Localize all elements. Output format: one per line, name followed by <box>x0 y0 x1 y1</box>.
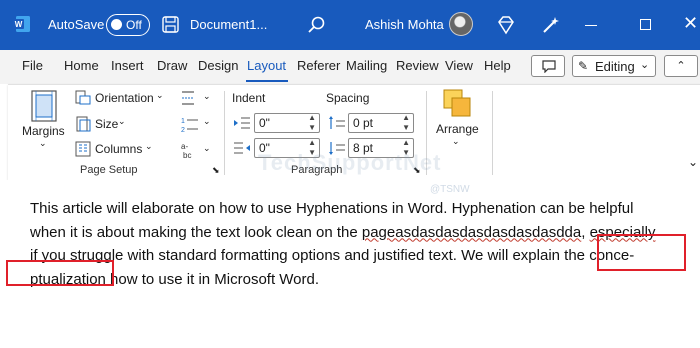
title-bar: W AutoSave Off Document1... Ashish Mohta… <box>0 0 700 50</box>
arrange-icon[interactable] <box>442 88 472 118</box>
editing-label: Editing <box>595 59 635 74</box>
comment-icon <box>542 60 556 73</box>
tab-view[interactable]: View <box>445 58 473 73</box>
spacing-label: Spacing <box>326 91 370 105</box>
dialog-launcher-icon[interactable]: ⬊ <box>212 165 220 176</box>
autosave-toggle[interactable]: Off <box>106 14 150 36</box>
text-run: , <box>581 223 590 241</box>
highlight-box <box>597 234 686 271</box>
close-icon[interactable]: ✕ <box>683 13 698 34</box>
watermark: TechSupportNet <box>258 150 442 175</box>
svg-text:W: W <box>15 20 23 29</box>
columns-icon <box>75 141 91 157</box>
search-icon[interactable] <box>306 14 328 36</box>
misspelled-word[interactable]: pageasdasdasdasdasdasdasdda <box>362 224 581 241</box>
spacing-before-value: 0 pt <box>353 116 374 130</box>
text-line: if you struggle with standard formatting… <box>30 244 680 268</box>
diamond-icon[interactable] <box>495 14 517 36</box>
toggle-knob <box>111 19 122 30</box>
chevron-up-icon: ⌃ <box>676 60 686 72</box>
text-run: when it is about making the text look cl… <box>30 223 362 241</box>
user-name[interactable]: Ashish Mohta <box>365 17 444 32</box>
chevron-down-icon[interactable]: ⌄ <box>145 141 153 152</box>
spinner-arrows-icon[interactable]: ▲ ▼ <box>402 113 410 133</box>
highlight-box <box>6 260 114 286</box>
magic-pen-icon[interactable] <box>540 14 562 36</box>
collapse-ribbon-button[interactable]: ⌃ <box>664 55 698 77</box>
svg-text:a-: a- <box>181 142 188 151</box>
tab-home[interactable]: Home <box>64 58 99 73</box>
tab-draw[interactable]: Draw <box>157 58 187 73</box>
text-line: This article will elaborate on how to us… <box>30 200 634 217</box>
word-icon: W <box>13 16 30 32</box>
autosave-label: AutoSave <box>48 17 105 32</box>
chevron-down-icon[interactable]: ⌄ <box>118 116 126 127</box>
chevron-down-icon[interactable]: ⌄ <box>39 138 47 149</box>
tab-review[interactable]: Review <box>396 58 439 73</box>
tab-references[interactable]: Referer <box>297 58 340 73</box>
group-separator <box>224 91 225 175</box>
tab-help[interactable]: Help <box>484 58 511 73</box>
text-line: ptualization how to use it in Microsoft … <box>30 268 680 292</box>
active-tab-indicator <box>246 80 288 82</box>
indent-left-input[interactable]: 0" ▲ ▼ <box>254 113 320 133</box>
tab-file[interactable]: File <box>22 58 43 73</box>
chevron-down-icon[interactable]: ⌄ <box>688 155 698 169</box>
orientation-icon <box>75 90 91 105</box>
group-separator <box>492 91 493 175</box>
breaks-icon[interactable] <box>180 89 200 107</box>
tab-insert[interactable]: Insert <box>111 58 144 73</box>
svg-text:2: 2 <box>181 127 185 134</box>
margins-label[interactable]: Margins <box>22 124 65 138</box>
autosave-state: Off <box>126 18 142 32</box>
indent-left-icon <box>234 117 250 129</box>
chevron-down-icon[interactable]: ⌄ <box>156 90 164 101</box>
watermark-handle: @TSNW <box>430 184 470 195</box>
pencil-icon: ✎ <box>578 59 589 73</box>
editing-mode-button[interactable]: ✎ Editing ⌄ <box>572 55 656 77</box>
page-setup-group-label: Page Setup <box>80 164 138 176</box>
size-button[interactable]: Size <box>95 117 118 131</box>
minimize-icon[interactable] <box>585 25 597 26</box>
indent-right-icon <box>234 142 250 154</box>
svg-text:bc: bc <box>183 151 191 160</box>
spacing-before-icon <box>329 116 345 129</box>
spinner-arrows-icon[interactable]: ▲ ▼ <box>308 113 316 133</box>
document-paragraph[interactable]: This article will elaborate on how to us… <box>30 197 680 291</box>
chevron-down-icon[interactable]: ⌄ <box>452 136 460 147</box>
chevron-down-icon[interactable]: ⌄ <box>203 116 211 127</box>
comments-button[interactable] <box>531 55 565 77</box>
size-icon <box>76 116 91 132</box>
line-numbers-icon[interactable]: 1 2 <box>180 115 200 135</box>
document-name[interactable]: Document1... <box>190 17 267 32</box>
save-icon[interactable] <box>162 16 179 33</box>
orientation-button[interactable]: Orientation <box>95 91 154 105</box>
chevron-down-icon: ⌄ <box>640 59 650 71</box>
chevron-down-icon[interactable]: ⌄ <box>203 91 211 102</box>
arrange-label[interactable]: Arrange <box>436 122 479 136</box>
indent-label: Indent <box>232 91 266 105</box>
spacing-before-input[interactable]: 0 pt ▲ ▼ <box>348 113 414 133</box>
text-run: how to use it in Microsoft Word. <box>105 270 320 288</box>
maximize-icon[interactable] <box>640 19 651 30</box>
chevron-down-icon[interactable]: ⌄ <box>203 143 211 154</box>
tab-design[interactable]: Design <box>198 58 238 73</box>
indent-left-value: 0" <box>259 116 270 130</box>
tab-mailings[interactable]: Mailing <box>346 58 387 73</box>
tab-layout[interactable]: Layout <box>247 58 286 73</box>
hyphenation-icon[interactable]: a- bc <box>180 141 202 161</box>
text-line: when it is about making the text look cl… <box>30 221 680 245</box>
avatar[interactable] <box>449 12 473 36</box>
svg-text:1: 1 <box>181 118 185 125</box>
margins-icon[interactable] <box>30 90 58 122</box>
columns-button[interactable]: Columns <box>95 142 142 156</box>
